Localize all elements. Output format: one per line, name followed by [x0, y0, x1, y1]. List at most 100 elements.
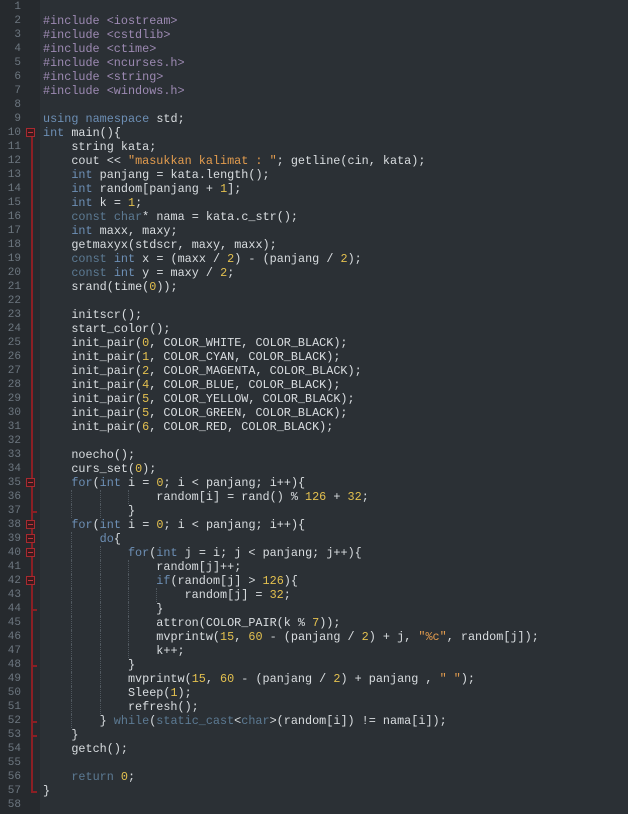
fold-toggle-icon[interactable]	[26, 576, 35, 585]
code-token: COLOR_BLACK	[255, 406, 334, 420]
fold-toggle-icon[interactable]	[26, 548, 35, 557]
indent-guide	[71, 602, 73, 616]
line-number: 52	[7, 715, 21, 727]
code-token: );	[326, 350, 341, 364]
keyword: int	[71, 168, 93, 182]
code-token: (	[92, 518, 100, 532]
code-token: }	[43, 504, 136, 518]
indent-guide	[99, 658, 101, 672]
indent-guide	[99, 686, 101, 700]
indent-guide	[71, 700, 73, 714]
line-number: 9	[14, 113, 21, 125]
keyword: int	[156, 546, 178, 560]
indent-guide	[99, 560, 101, 574]
indent-guide	[99, 672, 101, 686]
code-token: initscr	[71, 308, 121, 322]
code-token: );	[333, 336, 348, 350]
code-token: ,	[220, 238, 235, 252]
code-token: ]);	[425, 714, 447, 728]
code-token: maxy	[170, 266, 199, 280]
code-token: random	[184, 588, 228, 602]
code-token: (){	[99, 126, 121, 140]
code-token: (	[127, 462, 136, 476]
code-token: - (	[234, 672, 263, 686]
code-token: mvprintw	[127, 672, 185, 686]
code-token: );	[142, 462, 157, 476]
fold-toggle-icon[interactable]	[26, 520, 35, 529]
indent-guide	[127, 574, 129, 588]
code-line: }	[43, 504, 135, 518]
code-token: ,	[149, 420, 164, 434]
line-number: 50	[7, 687, 21, 699]
line-number: 7	[14, 85, 21, 97]
code-token: ;	[283, 588, 291, 602]
code-token: panjang	[205, 518, 256, 532]
code-token: rand	[241, 490, 270, 504]
line-number: 53	[7, 729, 21, 741]
code-token: (	[184, 672, 192, 686]
code-line: using namespace std;	[43, 112, 185, 126]
code-token: ++){	[276, 476, 306, 490]
code-line: string kata;	[43, 140, 156, 154]
code-token: COLOR_MAGENTA	[163, 364, 256, 378]
code-token: }	[43, 728, 79, 742]
code-token: <	[241, 546, 263, 560]
line-number: 35	[7, 477, 21, 489]
code-token: i	[177, 518, 185, 532]
code-token: );	[347, 252, 362, 266]
code-line: initscr();	[43, 308, 142, 322]
line-number: 26	[7, 351, 21, 363]
code-line: init_pair(1, COLOR_CYAN, COLOR_BLACK);	[43, 350, 340, 364]
code-token: j	[205, 560, 213, 574]
code-token: panjang	[368, 672, 419, 686]
fold-toggle-icon[interactable]	[26, 478, 35, 487]
keyword: while	[113, 714, 150, 728]
indent-guide	[99, 700, 101, 714]
line-number: 28	[7, 379, 21, 391]
code-token: getmaxyx	[71, 238, 128, 252]
code-line: const char* nama = kata.c_str();	[43, 210, 298, 224]
fold-toggle-icon[interactable]	[26, 128, 35, 137]
line-number: 56	[7, 771, 21, 783]
code-token: kata	[205, 210, 235, 224]
indent-guide	[71, 490, 73, 504]
code-token: j	[510, 630, 518, 644]
line-number: 51	[7, 701, 21, 713]
code-token: COLOR_BLACK	[248, 378, 327, 392]
code-line: getch();	[43, 742, 128, 756]
code-token: (	[92, 476, 100, 490]
line-number: 11	[7, 141, 21, 153]
number-literal: 15	[220, 630, 235, 644]
code-token: ;	[220, 546, 235, 560]
keyword: for	[71, 518, 93, 532]
fold-end-marker	[31, 609, 37, 611]
code-token: main	[71, 126, 100, 140]
code-line: return 0;	[43, 770, 135, 784]
code-line: #include <cstdlib>	[43, 28, 170, 42]
line-number: 14	[7, 183, 21, 195]
code-line: if(random[j] > 126){	[43, 574, 298, 588]
code-line: start_color();	[43, 322, 170, 336]
code-token: ;	[255, 518, 270, 532]
code-token: );	[460, 672, 475, 686]
code-token: ,	[149, 378, 164, 392]
keyword: int	[71, 224, 93, 238]
preprocessor-token: #include <string>	[43, 70, 164, 84]
line-number: 48	[7, 659, 21, 671]
code-token: ,	[149, 392, 164, 406]
code-token: +	[326, 490, 348, 504]
fold-toggle-icon[interactable]	[26, 534, 35, 543]
code-token: }	[43, 784, 51, 798]
